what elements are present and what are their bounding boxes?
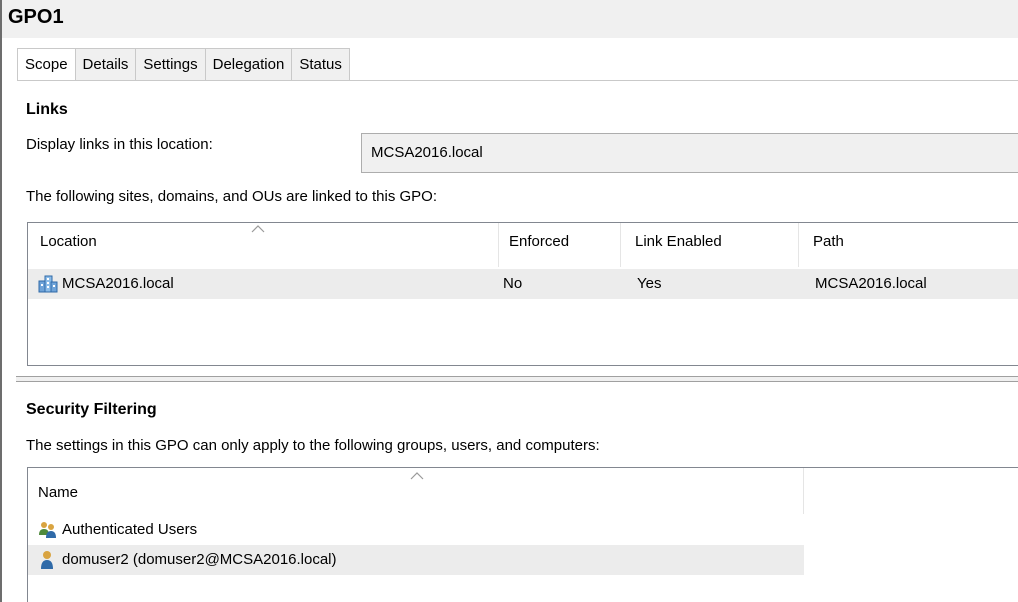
path-cell: MCSA2016.local [815,275,927,292]
links-location-field[interactable]: MCSA2016.local [361,133,1018,173]
column-header-name[interactable]: Name [38,484,78,501]
sort-ascending-icon [251,225,265,233]
enforced-cell: No [503,275,523,292]
tab-status[interactable]: Status [292,48,350,81]
user-group-icon [39,522,56,538]
column-header-path[interactable]: Path [813,233,844,250]
link-enabled-cell: Yes [637,275,662,292]
column-separator[interactable] [620,223,621,267]
list-item[interactable]: domuser2 (domuser2@MCSA2016.local) [28,545,804,575]
tab-strip: Scope Details Settings Delegation Status [17,48,350,81]
window-left-border [0,0,2,602]
security-filtering-heading: Security Filtering [26,401,157,418]
user-icon [41,551,53,569]
sort-ascending-icon [410,472,424,480]
security-filtering-list[interactable]: Name Authenticated Users domuser2 (domus… [27,467,1018,602]
tab-details[interactable]: Details [75,48,137,81]
column-header-link-enabled[interactable]: Link Enabled [635,233,722,250]
column-separator[interactable] [803,468,804,514]
name-cell: Authenticated Users [62,521,198,538]
table-row[interactable]: MCSA2016.local No Yes MCSA2016.local [28,269,1018,299]
links-heading: Links [26,101,68,118]
column-header-location[interactable]: Location [40,233,97,250]
title-bar: GPO1 [2,0,1018,38]
list-item[interactable]: Authenticated Users [28,515,804,545]
tab-delegation[interactable]: Delegation [205,48,293,81]
column-separator[interactable] [798,223,799,267]
domain-icon [38,275,58,293]
tab-divider [17,80,1018,81]
column-header-enforced[interactable]: Enforced [509,233,569,250]
security-filtering-description: The settings in this GPO can only apply … [26,437,600,454]
column-separator[interactable] [498,223,499,267]
tab-settings[interactable]: Settings [136,48,206,81]
gpo-title: GPO1 [8,6,64,28]
pane-splitter[interactable] [16,376,1018,382]
links-list[interactable]: Location Enforced Link Enabled Path MCSA… [27,222,1018,366]
display-links-label: Display links in this location: [26,136,213,153]
location-cell: MCSA2016.local [62,275,174,292]
name-cell: domuser2 (domuser2@MCSA2016.local) [62,551,337,568]
tab-scope[interactable]: Scope [17,48,76,81]
linked-ous-label: The following sites, domains, and OUs ar… [26,188,438,205]
